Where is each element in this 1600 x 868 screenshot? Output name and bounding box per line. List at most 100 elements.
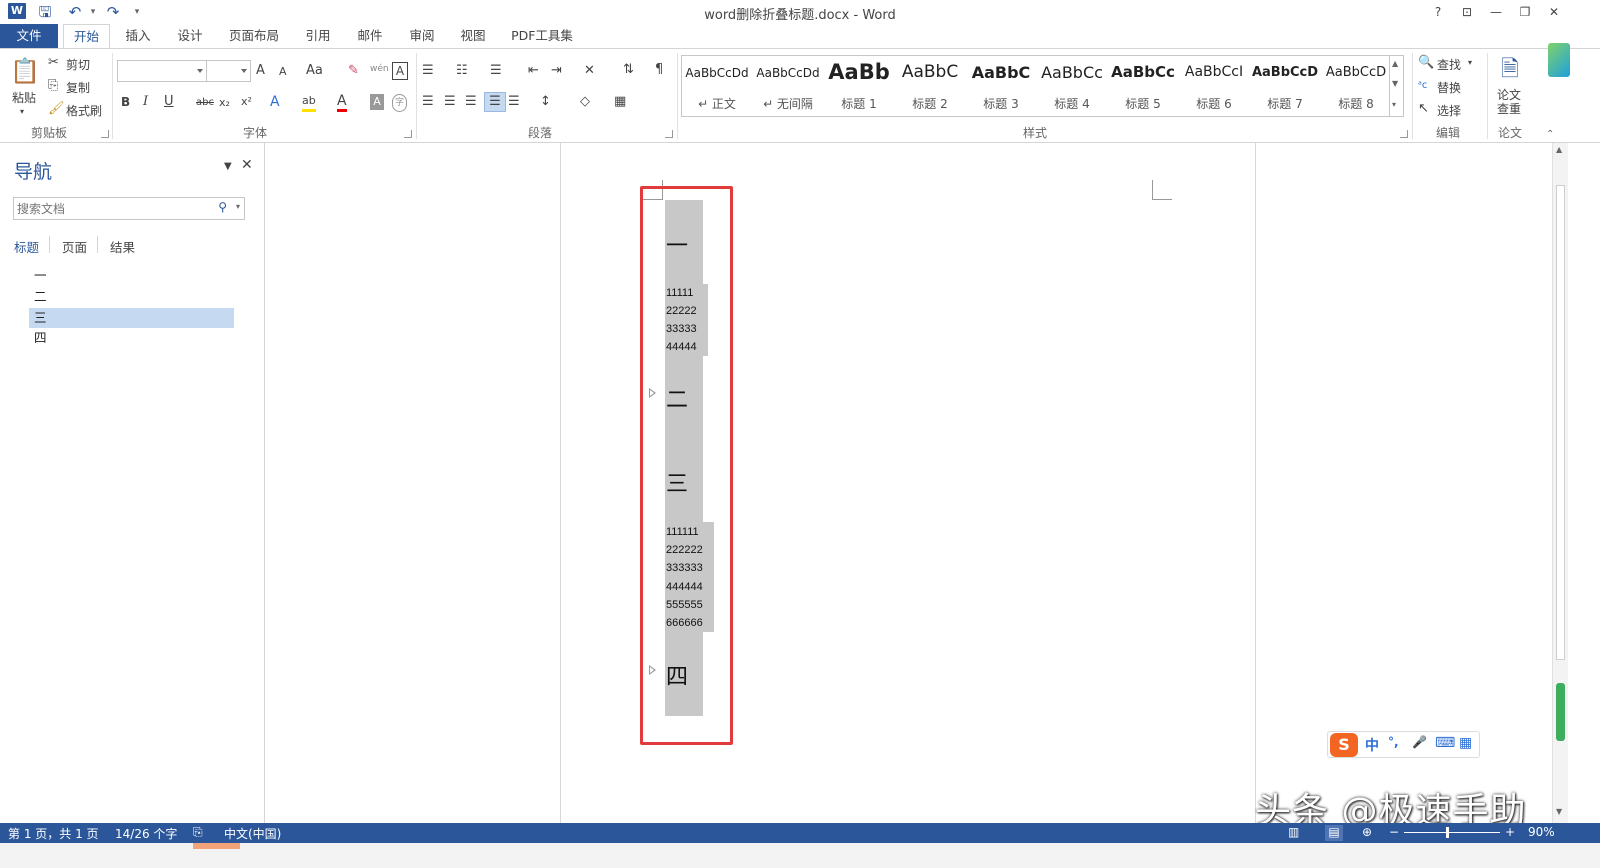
clipboard-launcher-icon[interactable] <box>101 130 109 138</box>
style-heading-4[interactable]: AaBbCc 标题 4 <box>1037 58 1107 114</box>
font-name-combo[interactable] <box>117 60 207 82</box>
style-heading-8[interactable]: AaBbCcD 标题 8 <box>1321 58 1391 114</box>
align-right-icon[interactable]: ☰ <box>465 94 477 110</box>
vertical-scrollbar[interactable]: ▲ ▼ <box>1552 143 1568 823</box>
format-painter-button[interactable]: 格式刷 <box>66 102 102 119</box>
find-button[interactable]: 查找 <box>1437 56 1461 73</box>
styles-launcher-icon[interactable] <box>1400 130 1408 138</box>
nav-options-icon[interactable]: ▼ <box>224 161 232 172</box>
font-launcher-icon[interactable] <box>404 130 412 138</box>
bullets-icon[interactable]: ☰ <box>422 63 434 79</box>
scroll-thumb[interactable] <box>1556 185 1565 660</box>
style-no-spacing[interactable]: AaBbCcDd ↵ 无间隔 <box>753 58 823 114</box>
distributed-icon[interactable]: ☰ <box>508 94 520 110</box>
nav-heading-item[interactable]: 二 <box>29 287 234 307</box>
web-layout-icon[interactable]: ⊕ <box>1362 825 1372 839</box>
replace-icon[interactable]: ᵃc <box>1418 78 1427 94</box>
tab-insert[interactable]: 插入 <box>116 24 160 48</box>
sogou-logo-icon[interactable]: S <box>1330 733 1358 757</box>
page-count[interactable]: 第 1 页，共 1 页 <box>8 825 99 842</box>
tab-design[interactable]: 设计 <box>168 24 212 48</box>
underline-icon[interactable]: U <box>164 94 174 110</box>
scroll-up-icon[interactable]: ▲ <box>1556 145 1562 154</box>
zoom-slider-thumb[interactable] <box>1446 827 1449 838</box>
superscript-icon[interactable]: x² <box>241 94 252 110</box>
zoom-slider[interactable] <box>1404 832 1500 833</box>
select-icon[interactable]: ↖ <box>1418 101 1429 117</box>
tab-mailings[interactable]: 邮件 <box>348 24 392 48</box>
ime-punctuation-icon[interactable]: °, <box>1388 735 1399 749</box>
decrease-indent-icon[interactable]: ⇤ <box>528 63 539 79</box>
format-painter-icon[interactable]: 🖌 <box>48 101 65 117</box>
nav-heading-item[interactable]: 一 <box>29 266 234 286</box>
ime-mode[interactable]: 中 <box>1365 735 1379 755</box>
character-shading-icon[interactable]: A <box>370 94 384 110</box>
tab-home[interactable]: 开始 <box>63 24 110 49</box>
select-button[interactable]: 选择 <box>1437 102 1461 119</box>
tab-pdf-tools[interactable]: PDF工具集 <box>504 24 580 48</box>
read-mode-icon[interactable]: ▥ <box>1288 825 1299 839</box>
nav-search-input[interactable] <box>14 198 204 219</box>
chinese-layout-icon[interactable]: ✕ <box>584 63 595 79</box>
ime-mic-icon[interactable]: 🎤 <box>1412 735 1427 749</box>
show-marks-icon[interactable]: ¶ <box>655 62 663 78</box>
shading-icon[interactable]: ◇ <box>580 94 590 110</box>
highlight-color-icon[interactable]: ab <box>302 93 316 112</box>
tab-layout[interactable]: 页面布局 <box>222 24 286 48</box>
line-spacing-icon[interactable]: ↕ <box>540 94 551 110</box>
style-heading-1[interactable]: AaBb 标题 1 <box>824 58 894 114</box>
undo-dropdown-icon[interactable]: ▾ <box>84 3 102 21</box>
italic-icon[interactable]: I <box>143 94 148 110</box>
find-icon[interactable]: 🔍 <box>1418 55 1434 71</box>
cut-icon[interactable]: ✂ <box>48 55 59 71</box>
scroll-down-icon[interactable]: ▼ <box>1556 807 1562 816</box>
character-border-icon[interactable]: A <box>392 62 408 80</box>
grow-font-icon[interactable]: A <box>256 63 265 79</box>
paper-check-button[interactable]: 论文 查重 <box>1497 88 1521 116</box>
align-left-icon[interactable]: ☰ <box>422 94 434 110</box>
find-dropdown-icon[interactable]: ▾ <box>1468 55 1472 71</box>
borders-icon[interactable]: ▦ <box>614 94 626 110</box>
paste-icon[interactable]: 📋 <box>10 57 40 85</box>
strikethrough-icon[interactable]: abc <box>196 95 214 111</box>
nav-close-icon[interactable]: ✕ <box>241 157 253 173</box>
numbering-icon[interactable]: ☷ <box>456 63 468 79</box>
change-case-icon[interactable]: Aa <box>306 63 323 79</box>
ime-apps-icon[interactable]: ▦ <box>1459 735 1472 751</box>
nav-search-box[interactable]: ⚲ ▾ <box>13 197 245 220</box>
style-heading-5[interactable]: AaBbCc 标题 5 <box>1108 58 1178 114</box>
styles-more-icon[interactable]: ▾ <box>1392 100 1396 109</box>
increase-indent-icon[interactable]: ⇥ <box>551 63 562 79</box>
style-normal[interactable]: AaBbCcDd ↵ 正文 <box>682 58 752 114</box>
close-button[interactable]: ✕ <box>1542 2 1566 22</box>
redo-icon[interactable]: ↷ <box>104 3 122 21</box>
search-dropdown-icon[interactable]: ▾ <box>236 202 240 211</box>
font-size-combo[interactable] <box>206 60 251 82</box>
enclose-characters-icon[interactable]: 字 <box>392 94 407 112</box>
copy-icon[interactable]: ⎘ <box>48 78 58 94</box>
collapse-ribbon-icon[interactable]: ⌃ <box>1546 127 1554 143</box>
style-heading-6[interactable]: AaBbCcI 标题 6 <box>1179 58 1249 114</box>
clear-formatting-icon[interactable]: ✎ <box>348 63 359 79</box>
ime-keyboard-icon[interactable]: ⌨ <box>1435 735 1455 751</box>
restore-button[interactable]: ❐ <box>1513 2 1537 22</box>
customize-toolbar-icon[interactable]: ▾ <box>128 3 146 21</box>
proofing-icon[interactable]: ⎘ <box>193 825 203 840</box>
nav-tab-results[interactable]: 结果 <box>110 237 135 256</box>
tab-references[interactable]: 引用 <box>296 24 340 48</box>
help-button[interactable]: ? <box>1426 2 1450 22</box>
style-heading-7[interactable]: AaBbCcD 标题 7 <box>1250 58 1320 114</box>
style-heading-2[interactable]: AaBbC 标题 2 <box>895 58 965 114</box>
shrink-font-icon[interactable]: A <box>279 64 287 80</box>
phonetic-guide-icon[interactable]: wén <box>370 61 389 77</box>
multilevel-list-icon[interactable]: ☰ <box>490 63 502 79</box>
styles-up-icon[interactable]: ▲ <box>1392 59 1398 68</box>
style-heading-3[interactable]: AaBbC 标题 3 <box>966 58 1036 114</box>
nav-tab-headings[interactable]: 标题 <box>14 237 39 256</box>
nav-tab-pages[interactable]: 页面 <box>62 237 87 256</box>
text-effects-icon[interactable]: A <box>270 94 280 110</box>
word-count[interactable]: 14/26 个字 <box>115 825 177 842</box>
cut-button[interactable]: 剪切 <box>66 56 90 73</box>
paste-dropdown-icon[interactable]: ▾ <box>20 104 24 120</box>
zoom-in-icon[interactable]: + <box>1505 825 1515 839</box>
